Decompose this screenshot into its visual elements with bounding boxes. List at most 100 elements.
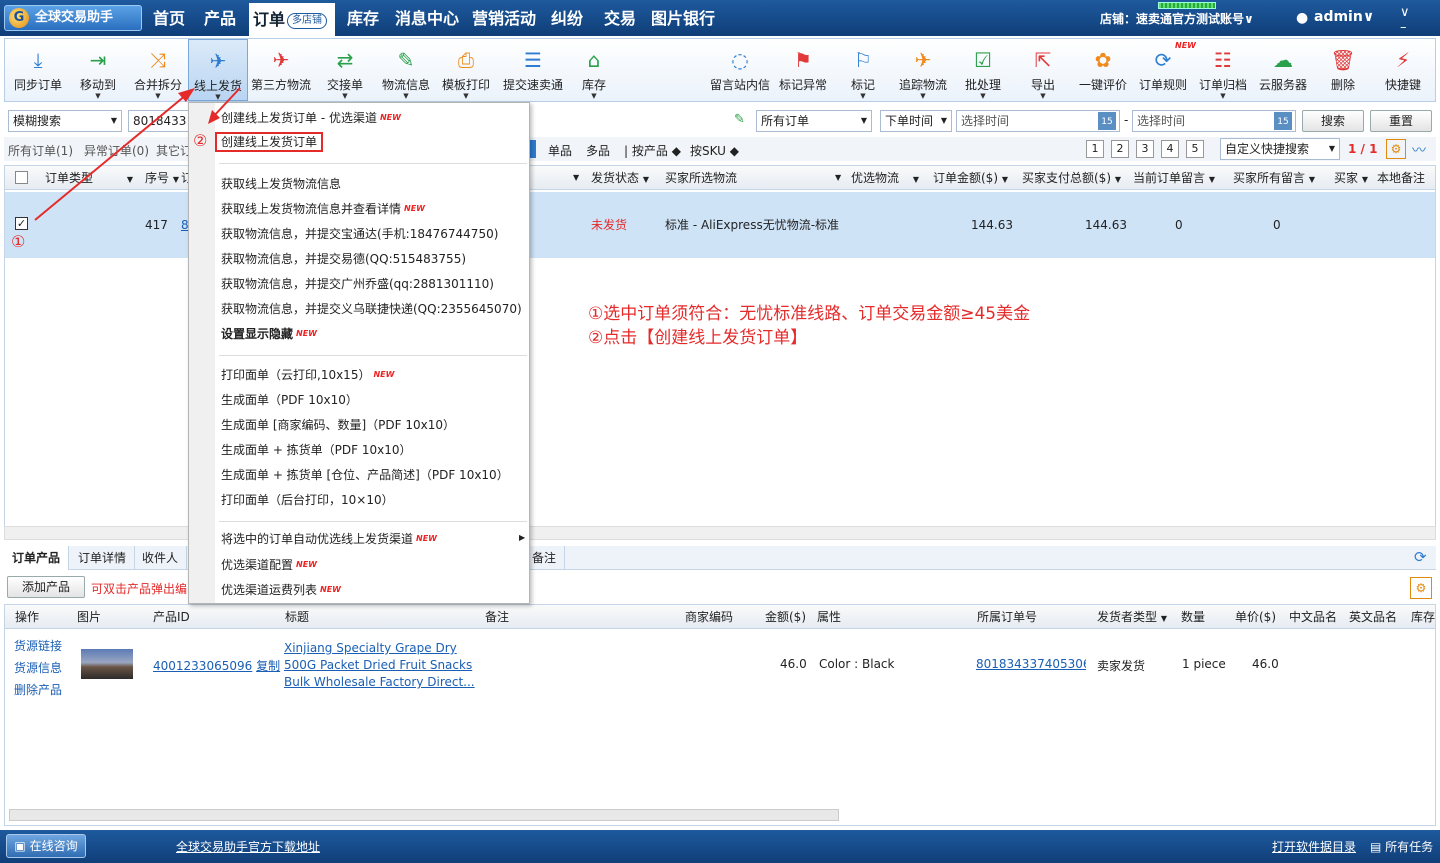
menu-generate-label-picklist-location[interactable]: 生成面单 + 拣货单 [仓位、产品简述]（PDF 10x10） xyxy=(221,464,509,486)
col-buyer-logistics[interactable]: 买家所选物流 xyxy=(665,166,737,190)
one-click-review-button[interactable]: ✿ 一键评价 xyxy=(1073,39,1133,101)
mark-abnormal-button[interactable]: ⚑ 标记异常 xyxy=(773,39,833,101)
merge-split-button[interactable]: ⤨ 合并拆分 ▼ xyxy=(128,39,188,101)
col-buyer[interactable]: 买家 ▼ xyxy=(1334,166,1368,190)
nav-inventory[interactable]: 库存 xyxy=(347,0,379,36)
menu-create-online-order[interactable]: 创建线上发货订单 xyxy=(215,132,324,152)
admin-menu[interactable]: admin∨ xyxy=(1314,9,1374,25)
source-link[interactable]: 货源链接 xyxy=(14,635,62,657)
template-print-button[interactable]: ⎙ 模板打印 ▼ xyxy=(436,39,496,101)
all-tasks-button[interactable]: ▤ 所有任务 xyxy=(1370,838,1433,855)
menu-get-logistics-detail[interactable]: 获取线上发货物流信息并查看详情 NEW xyxy=(221,198,425,220)
product-title-line-3[interactable]: Bulk Wholesale Factory Direct... xyxy=(284,674,475,691)
mark-button[interactable]: ⚐ 标记 ▼ xyxy=(833,39,893,101)
time-to-input[interactable]: 选择时间 15 xyxy=(1132,110,1296,132)
menu-create-order-preferred[interactable]: 创建线上发货订单 - 优选渠道 NEW xyxy=(221,107,401,129)
tab-other-orders[interactable]: 其它订 xyxy=(156,142,192,159)
product-thumbnail[interactable] xyxy=(81,649,133,679)
menu-generate-label-code[interactable]: 生成面单 [商家编码、数量]（PDF 10x10） xyxy=(221,414,455,436)
shortcut-button[interactable]: ⚡ 快捷键 xyxy=(1373,39,1433,101)
tab-abnormal-orders[interactable]: 异常订单(0) xyxy=(84,142,149,159)
source-info-link[interactable]: 货源信息 xyxy=(14,657,62,679)
order-scope-select[interactable]: 所有订单 ▼ xyxy=(756,110,872,132)
menu-display-settings[interactable]: 设置显示隐藏 NEW xyxy=(221,323,317,345)
menu-preferred-channel-config[interactable]: 优选渠道配置 NEW xyxy=(221,554,317,576)
open-log-folder-link[interactable]: 打开软件据目录 xyxy=(1272,838,1356,855)
refresh-icon[interactable]: ⟳ xyxy=(1414,548,1427,566)
col-preferred-logistics[interactable]: 优选物流 ▼ xyxy=(851,166,919,190)
delete-product-link[interactable]: 删除产品 xyxy=(14,679,62,701)
online-shipping-button[interactable]: ✈ 线上发货 ▼ xyxy=(188,39,248,101)
select-all-checkbox[interactable] xyxy=(15,171,28,184)
menu-submit-lianjie[interactable]: 获取物流信息，并提交义乌联捷快递(QQ:2355645070) xyxy=(221,298,522,320)
nav-messages[interactable]: 消息中心 xyxy=(395,0,459,36)
nav-disputes[interactable]: 纠纷 xyxy=(551,0,583,36)
menu-background-print[interactable]: 打印面单（后台打印，10×10） xyxy=(221,489,394,511)
logistics-info-button[interactable]: ✎ 物流信息 ▼ xyxy=(376,39,436,101)
move-to-button[interactable]: ⇥ 移动到 ▼ xyxy=(68,39,128,101)
time-type-select[interactable]: 下单时间 ▼ xyxy=(880,110,952,132)
tab-single[interactable]: 单品 xyxy=(548,142,572,159)
quick-search-select[interactable]: 自定义快捷搜索 ▼ xyxy=(1220,138,1340,160)
product-title-line-2[interactable]: 500G Packet Dried Fruit Snacks xyxy=(284,657,475,674)
tab-recipient[interactable]: 收件人 xyxy=(134,546,188,570)
tab-order-details[interactable]: 订单详情 xyxy=(70,546,136,570)
nav-orders[interactable]: 订单 多店铺 xyxy=(249,3,335,36)
col-local-note[interactable]: 本地备注 xyxy=(1377,166,1425,190)
product-title-line-1[interactable]: Xinjiang Specialty Grape Dry xyxy=(284,640,475,657)
search-type-select[interactable]: 模糊搜索 ▼ xyxy=(8,110,122,132)
page-4[interactable]: 4 xyxy=(1161,140,1179,158)
settings-sliders-icon[interactable]: ⚙ xyxy=(1386,139,1406,159)
menu-submit-baotongda[interactable]: 获取物流信息，并提交宝通达(手机:18476744750) xyxy=(221,223,498,245)
page-3[interactable]: 3 xyxy=(1136,140,1154,158)
reset-button[interactable]: 重置 xyxy=(1370,110,1432,132)
inventory-button[interactable]: ⌂ 库存 ▼ xyxy=(564,39,624,101)
tab-all-orders[interactable]: 所有订单(1) xyxy=(8,142,73,159)
col-ship-status[interactable]: 发货状态 ▼ xyxy=(591,166,649,190)
nav-home[interactable]: 首页 xyxy=(153,0,185,36)
nav-image-bank[interactable]: 图片银行 xyxy=(651,0,715,36)
batch-process-button[interactable]: ☑ 批处理 ▼ xyxy=(953,39,1013,101)
menu-submit-yide[interactable]: 获取物流信息，并提交易德(QQ:515483755) xyxy=(221,248,466,270)
chart-icon[interactable]: 〰 xyxy=(1412,140,1426,160)
delete-button[interactable]: 🗑 删除 xyxy=(1313,39,1373,101)
handover-button[interactable]: ⇄ 交接单 ▼ xyxy=(315,39,375,101)
time-from-input[interactable]: 选择时间 15 xyxy=(956,110,1120,132)
calendar-icon[interactable]: 15 xyxy=(1098,112,1116,130)
tab-by-product[interactable]: | 按产品 ◆ xyxy=(624,142,681,159)
export-button[interactable]: ⇱ 导出 ▼ xyxy=(1013,39,1073,101)
menu-generate-label[interactable]: 生成面单（PDF 10x10） xyxy=(221,389,358,411)
store-selector[interactable]: 店铺：速卖通官方测试账号∨ xyxy=(1100,10,1254,27)
tab-by-sku[interactable]: 按SKU ◆ xyxy=(690,142,739,159)
menu-cloud-print[interactable]: 打印面单（云打印,10x15） NEW xyxy=(221,364,394,386)
copy-link[interactable]: 复制 xyxy=(256,659,280,673)
menu-preferred-channel-fees[interactable]: 优选渠道运费列表 NEW xyxy=(221,579,341,601)
calendar-icon[interactable]: 15 xyxy=(1274,112,1292,130)
page-1[interactable]: 1 xyxy=(1086,140,1104,158)
col-current-message[interactable]: 当前订单留言 ▼ xyxy=(1133,166,1215,190)
add-product-button[interactable]: 添加产品 xyxy=(7,576,85,598)
col-shipper-type[interactable]: 发货者类型 ▼ xyxy=(1097,605,1167,631)
page-5[interactable]: 5 xyxy=(1186,140,1204,158)
menu-get-logistics[interactable]: 获取线上发货物流信息 xyxy=(221,173,341,195)
col-seq[interactable]: 序号 ▼ xyxy=(145,166,179,190)
sync-orders-button[interactable]: ⤓ 同步订单 xyxy=(8,39,68,101)
settings-sliders-icon[interactable]: ⚙ xyxy=(1410,577,1432,599)
nav-trade[interactable]: 交易 xyxy=(604,0,636,36)
tab-notes[interactable]: 备注 xyxy=(524,546,566,570)
col-order-type[interactable]: 订单类型 ▼ xyxy=(45,166,133,190)
menu-submit-qiaosheng[interactable]: 获取物流信息，并提交广州乔盛(qq:2881301110) xyxy=(221,273,494,295)
cloud-server-button[interactable]: ☁ 云服务器 xyxy=(1253,39,1313,101)
message-button[interactable]: ◌ 留言站内信 xyxy=(708,39,772,101)
track-logistics-button[interactable]: ✈ 追踪物流 ▼ xyxy=(893,39,953,101)
col-all-messages[interactable]: 买家所有留言 ▼ xyxy=(1233,166,1315,190)
search-button[interactable]: 搜索 xyxy=(1302,110,1364,132)
order-archive-button[interactable]: ☷ 订单归档 ▼ xyxy=(1193,39,1253,101)
third-party-logistics-button[interactable]: ✈ 第三方物流 xyxy=(251,39,311,101)
nav-products[interactable]: 产品 xyxy=(204,0,236,36)
tab-multi[interactable]: 多品 xyxy=(586,142,610,159)
page-2[interactable]: 2 xyxy=(1111,140,1129,158)
order-rules-button[interactable]: ⟳ 订单规则 NEW xyxy=(1133,39,1196,101)
col-order-amount[interactable]: 订单金额($) ▼ xyxy=(933,166,1008,190)
online-consult-button[interactable]: ▣ 在线咨询 xyxy=(6,834,86,858)
